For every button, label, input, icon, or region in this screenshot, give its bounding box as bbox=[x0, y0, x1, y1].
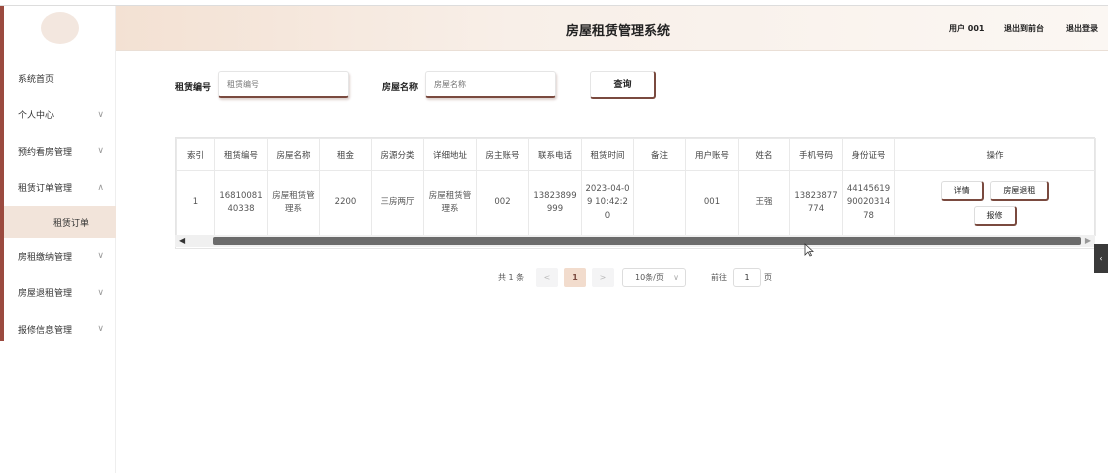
pagination-total: 共 1 条 bbox=[498, 273, 525, 282]
cell-index: 1 bbox=[176, 170, 215, 236]
chevron-down-icon: ∨ bbox=[673, 273, 679, 282]
chevron-up-icon: ∧ bbox=[97, 182, 104, 193]
chevron-down-icon: ∨ bbox=[97, 251, 104, 262]
cell-user: 001 bbox=[685, 170, 739, 236]
sidebar-item-repair[interactable]: 报修信息管理 ∨ bbox=[4, 311, 116, 348]
sidebar-subitem-lease-order[interactable]: 租赁订单 bbox=[4, 206, 116, 238]
back-to-frontend-link[interactable]: 退出到前台 bbox=[1004, 23, 1044, 34]
logout-link[interactable]: 退出登录 bbox=[1066, 23, 1098, 34]
sidebar-item-label: 个人中心 bbox=[18, 111, 55, 122]
cell-note bbox=[633, 170, 686, 236]
cell-category: 三房两厅 bbox=[371, 170, 424, 236]
column-header: 姓名 bbox=[738, 138, 790, 171]
cell-name: 王强 bbox=[738, 170, 790, 236]
column-header: 租金 bbox=[319, 138, 372, 171]
lease-no-label: 租赁编号 bbox=[175, 83, 212, 93]
sidebar-item-home[interactable]: 系统首页 bbox=[4, 60, 116, 97]
house-name-label: 房屋名称 bbox=[382, 83, 419, 93]
column-header: 身份证号 bbox=[842, 138, 895, 171]
current-user: 用户 001 bbox=[949, 24, 985, 33]
sidebar-item-label: 预约看房管理 bbox=[18, 147, 73, 158]
sidebar-item-label: 租赁订单管理 bbox=[18, 184, 73, 195]
lease-no-input[interactable] bbox=[218, 71, 349, 98]
column-header: 租赁时间 bbox=[581, 138, 634, 171]
cell-rent: 2200 bbox=[319, 170, 372, 236]
cell-lease-no: 1681008140338 bbox=[214, 170, 268, 236]
sidebar-subitem-label: 租赁订单 bbox=[52, 218, 89, 229]
table-header-row: 索引 租赁编号 房屋名称 租金 房源分类 详细地址 房主账号 联系电话 租赁时间… bbox=[176, 138, 1096, 171]
column-header: 房主账号 bbox=[476, 138, 529, 171]
column-header: 房源分类 bbox=[371, 138, 424, 171]
house-name-input[interactable] bbox=[425, 71, 556, 98]
table-row: 1 1681008140338 房屋租赁管理系 2200 三房两厅 房屋租赁管理… bbox=[176, 170, 1096, 236]
search-button[interactable]: 查询 bbox=[590, 71, 656, 99]
chevron-down-icon: ∨ bbox=[97, 146, 104, 157]
horizontal-scrollbar[interactable]: ◀ ▶ bbox=[175, 235, 1095, 247]
avatar bbox=[41, 12, 79, 44]
column-header: 操作 bbox=[894, 138, 1096, 171]
side-toggle-icon[interactable]: ‹ bbox=[1094, 244, 1108, 273]
column-header: 租赁编号 bbox=[214, 138, 268, 171]
chevron-down-icon: ∨ bbox=[97, 287, 104, 298]
sidebar-item-label: 系统首页 bbox=[18, 74, 55, 85]
goto-page-input[interactable]: 1 bbox=[733, 268, 761, 287]
sidebar-item-rent-payment[interactable]: 房租缴纳管理 ∨ bbox=[4, 238, 116, 275]
page-number-button[interactable]: 1 bbox=[564, 268, 586, 287]
sidebar-item-label: 房屋退租管理 bbox=[18, 289, 73, 300]
scroll-right-icon[interactable]: ▶ bbox=[1085, 235, 1091, 247]
detail-button[interactable]: 详情 bbox=[940, 180, 984, 201]
sidebar-item-label: 报修信息管理 bbox=[18, 325, 73, 336]
column-header: 备注 bbox=[633, 138, 686, 171]
goto-label: 前往 bbox=[711, 273, 727, 282]
column-header: 详细地址 bbox=[423, 138, 477, 171]
column-header: 手机号码 bbox=[789, 138, 843, 171]
page-size-value: 10条/页 bbox=[635, 273, 664, 282]
column-header: 联系电话 bbox=[528, 138, 582, 171]
chevron-down-icon: ∨ bbox=[97, 109, 104, 120]
scroll-left-icon[interactable]: ◀ bbox=[179, 235, 185, 247]
page-size-select[interactable]: 10条/页 ∨ bbox=[622, 268, 686, 287]
chevron-down-icon: ∨ bbox=[97, 324, 104, 335]
app-title: 房屋租赁管理系统 bbox=[566, 24, 671, 39]
sidebar-item-checkout[interactable]: 房屋退租管理 ∨ bbox=[4, 275, 116, 312]
cell-address: 房屋租赁管理系 bbox=[423, 170, 477, 236]
cell-mobile: 13823877774 bbox=[789, 170, 843, 236]
lease-table: 索引 租赁编号 房屋名称 租金 房源分类 详细地址 房主账号 联系电话 租赁时间… bbox=[175, 137, 1096, 249]
cell-house-name: 房屋租赁管理系 bbox=[267, 170, 320, 236]
sidebar-menu: 系统首页 个人中心 ∨ 预约看房管理 ∨ 租赁订单管理 ∧ 租赁订单 房租缴纳管… bbox=[4, 60, 116, 348]
scroll-thumb[interactable] bbox=[213, 237, 1081, 245]
cell-phone: 13823899999 bbox=[528, 170, 582, 236]
checkout-button[interactable]: 房屋退租 bbox=[990, 180, 1050, 201]
cell-actions: 详情 房屋退租 报修 bbox=[894, 170, 1096, 236]
page-suffix-label: 页 bbox=[764, 273, 772, 282]
repair-button[interactable]: 报修 bbox=[973, 205, 1017, 226]
cell-time: 2023-04-09 10:42:20 bbox=[581, 170, 634, 236]
column-header: 房屋名称 bbox=[267, 138, 320, 171]
sidebar-item-label: 房租缴纳管理 bbox=[18, 252, 73, 263]
sidebar-item-lease-orders[interactable]: 租赁订单管理 ∧ bbox=[4, 170, 116, 207]
column-header: 索引 bbox=[176, 138, 215, 171]
cell-owner: 002 bbox=[476, 170, 529, 236]
top-header: 房屋租赁管理系统 用户 001 退出到前台 退出登录 bbox=[116, 6, 1108, 51]
next-page-button[interactable]: > bbox=[592, 268, 614, 287]
prev-page-button[interactable]: < bbox=[536, 268, 558, 287]
sidebar-item-viewing[interactable]: 预约看房管理 ∨ bbox=[4, 133, 116, 170]
sidebar-item-profile[interactable]: 个人中心 ∨ bbox=[4, 97, 116, 134]
mouse-cursor-icon bbox=[804, 243, 814, 257]
cell-id-card: 441456199002031478 bbox=[842, 170, 895, 236]
sidebar: 系统首页 个人中心 ∨ 预约看房管理 ∨ 租赁订单管理 ∧ 租赁订单 房租缴纳管… bbox=[0, 6, 116, 473]
column-header: 用户账号 bbox=[685, 138, 739, 171]
